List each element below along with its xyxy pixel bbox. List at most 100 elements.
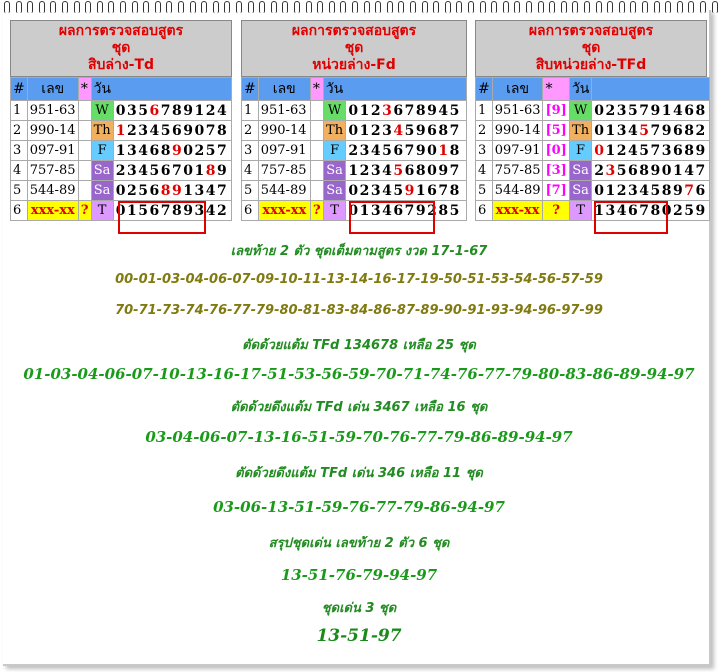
row-index: 1	[475, 100, 493, 121]
digit: 7	[650, 142, 662, 159]
table-row: 3 097-91 F 1346890257	[10, 140, 233, 161]
spiral-ring	[73, 1, 80, 13]
result-table: # เลข * วัน 1 951-63 W 0356789124 2 990-14 Th 12345…	[10, 77, 233, 221]
digit: 1	[194, 162, 206, 179]
row-star	[77, 180, 92, 201]
row-index: 4	[10, 160, 28, 181]
digit: 2	[370, 122, 383, 139]
digit: 9	[183, 102, 195, 119]
spiral-ring	[572, 1, 579, 13]
digit: 3	[138, 122, 150, 139]
highlight-box-tfd	[594, 201, 668, 234]
table-header-row: # เลข * วัน	[241, 77, 468, 101]
row-day: T	[568, 200, 593, 221]
spiral-ring	[421, 1, 428, 13]
table-row: 4 757-85 Sa 2345670189	[10, 160, 233, 181]
row-index: 2	[241, 120, 259, 141]
digit: 0	[427, 142, 439, 159]
spiral-ring	[537, 1, 544, 13]
spiral-ring	[444, 1, 451, 13]
table-row: 3 097-91 F 2345679018	[241, 140, 467, 161]
row-day: F	[322, 140, 347, 161]
row-day: T	[322, 200, 347, 221]
table-row: 2 990-14 Th 0123459687	[241, 120, 467, 141]
digit: 8	[415, 102, 428, 119]
digit: 2	[605, 102, 617, 119]
spiral-ring	[131, 1, 138, 13]
row-index: 3	[475, 140, 493, 161]
spiral-ring	[38, 1, 45, 13]
digit: 8	[684, 142, 696, 159]
row-digits: 0235791468	[591, 100, 710, 121]
digit: 6	[684, 102, 696, 119]
header-number: เลข	[26, 77, 79, 101]
digit: 4	[639, 182, 651, 199]
digit: 5	[393, 182, 405, 199]
spiral-ring	[502, 1, 509, 13]
digit: 6	[628, 162, 640, 179]
digit: 1	[359, 102, 371, 119]
digit: 6	[393, 142, 405, 159]
digit: 3	[616, 122, 629, 139]
digit: 3	[382, 102, 394, 119]
panel-title-line: ชุด	[111, 40, 131, 56]
spiral-ring	[224, 1, 231, 13]
row-day: Sa	[568, 160, 593, 181]
digit: 4	[684, 162, 696, 179]
digit: 5	[650, 182, 662, 199]
row-number: 757-85	[491, 160, 544, 181]
digit: 2	[348, 142, 360, 159]
result-line: 13-51-97	[316, 626, 402, 646]
spiral-ring	[607, 1, 614, 13]
digit: 0	[594, 122, 606, 139]
digit: 4	[438, 102, 450, 119]
spiral-ring	[676, 1, 683, 13]
spiral-ring	[375, 1, 382, 13]
digit: 1	[605, 122, 617, 139]
header-hash: #	[241, 77, 259, 101]
digit: 0	[115, 182, 127, 199]
header-day: วัน	[568, 77, 593, 101]
digit: 3	[126, 102, 139, 119]
digit: 5	[160, 122, 172, 139]
digit: 2	[194, 142, 206, 159]
panel-tfd: ผลการตรวจสอบสูตร ชุด สิบหน่วยล่าง-TFd # เลข *…	[475, 20, 710, 221]
spiral-ring	[584, 1, 590, 13]
table-row: 3 097-91 [0] F 0124573689	[475, 140, 710, 161]
panel-title: ผลการตรวจสอบสูตร ชุด สิบหน่วยล่าง-TFd	[475, 20, 707, 77]
row-day: F	[568, 140, 593, 161]
row-bracket: [9]	[542, 100, 570, 121]
panel-title-line: ผลการตรวจสอบสูตร	[291, 23, 417, 39]
digit: 1	[605, 182, 617, 199]
digit: 2	[359, 182, 371, 199]
row-digits: 1234568097	[345, 160, 467, 181]
result-line: 70-71-73-74-76-77-79-80-81-83-84-86-87-8…	[115, 303, 603, 318]
digit: 1	[661, 102, 674, 119]
digit: 9	[695, 202, 707, 219]
table-row: 1 951-63 W 0123678945	[241, 100, 467, 121]
spiral-ring	[560, 1, 567, 13]
panel-title-line: ชุด	[344, 40, 364, 56]
digit: 7	[216, 142, 229, 159]
header-star: *	[542, 77, 570, 101]
result-table: # เลข * วัน 1 951-63 W 0123678945 2 990-14 Th 01234…	[241, 77, 468, 221]
digit: 9	[438, 162, 450, 179]
spiral-ring	[259, 1, 266, 13]
row-number: 097-91	[26, 140, 79, 161]
spiral-ring	[62, 1, 68, 13]
digit: 5	[404, 122, 416, 139]
digit: 8	[160, 182, 172, 199]
digit: 9	[171, 182, 184, 199]
spiral-ring	[514, 1, 521, 13]
digit: 2	[695, 122, 707, 139]
digit: 9	[661, 122, 674, 139]
table-row: 2 990-14 Th 1234569078	[10, 120, 233, 141]
digit: 8	[695, 102, 707, 119]
digit: 8	[171, 102, 184, 119]
spiral-ring	[247, 1, 254, 13]
row-digits: 0123459687	[345, 120, 467, 141]
spiral-ring	[143, 1, 150, 13]
spiral-ring	[212, 1, 219, 13]
digit: 7	[684, 182, 696, 199]
panel-title-line: ผลการตรวจสอบสูตร	[58, 23, 184, 39]
